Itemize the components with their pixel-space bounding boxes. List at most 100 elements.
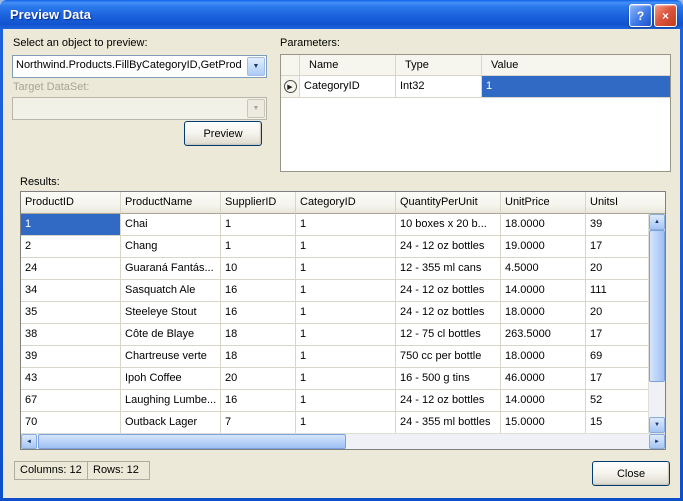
table-cell[interactable]: 24 - 12 oz bottles	[396, 280, 501, 302]
table-cell[interactable]: 69	[586, 346, 648, 368]
table-cell[interactable]: 1	[221, 236, 296, 258]
table-cell[interactable]: 15	[586, 412, 648, 433]
table-cell[interactable]: Laughing Lumbe...	[121, 390, 221, 412]
table-cell[interactable]: 1	[296, 346, 396, 368]
table-cell[interactable]: Ipoh Coffee	[121, 368, 221, 390]
table-cell[interactable]: 12 - 75 cl bottles	[396, 324, 501, 346]
table-cell[interactable]: 1	[296, 258, 396, 280]
table-cell[interactable]: 17	[586, 368, 648, 390]
table-cell[interactable]: 34	[21, 280, 121, 302]
table-cell[interactable]: 1	[296, 280, 396, 302]
table-cell[interactable]: 39	[21, 346, 121, 368]
table-cell[interactable]: 24 - 12 oz bottles	[396, 390, 501, 412]
table-cell[interactable]: 12 - 355 ml cans	[396, 258, 501, 280]
scroll-down-button[interactable]: ▼	[649, 417, 665, 433]
table-cell[interactable]: 111	[586, 280, 648, 302]
table-cell[interactable]: 16 - 500 g tins	[396, 368, 501, 390]
table-cell[interactable]: 1	[221, 214, 296, 236]
table-cell[interactable]: Guaraná Fantás...	[121, 258, 221, 280]
row-selector-cell[interactable]: ▶	[281, 76, 300, 97]
table-cell[interactable]: 19.0000	[501, 236, 586, 258]
column-header-quantityperunit[interactable]: QuantityPerUnit	[396, 192, 501, 214]
object-select-dropdown-button[interactable]: ▼	[247, 57, 265, 76]
help-button[interactable]: ?	[629, 4, 652, 27]
table-cell[interactable]: 17	[586, 236, 648, 258]
table-cell[interactable]: 14.0000	[501, 280, 586, 302]
table-cell[interactable]: 20	[221, 368, 296, 390]
preview-button[interactable]: Preview	[184, 121, 262, 146]
table-cell[interactable]: 1	[296, 214, 396, 236]
window-close-button[interactable]: ×	[654, 4, 677, 27]
table-cell[interactable]: 20	[586, 302, 648, 324]
scroll-up-button[interactable]: ▲	[649, 214, 665, 230]
parameter-type-cell[interactable]: Int32	[396, 76, 482, 97]
table-cell[interactable]: 15.0000	[501, 412, 586, 433]
table-cell[interactable]: 18	[221, 346, 296, 368]
column-header-supplierid[interactable]: SupplierID	[221, 192, 296, 214]
table-cell[interactable]: 1	[296, 324, 396, 346]
close-button[interactable]: Close	[592, 461, 670, 486]
table-cell[interactable]: 263.5000	[501, 324, 586, 346]
parameters-column-header-value[interactable]: Value	[482, 55, 670, 75]
table-cell[interactable]: 16	[221, 390, 296, 412]
table-cell[interactable]: 67	[21, 390, 121, 412]
table-cell[interactable]: 14.0000	[501, 390, 586, 412]
table-cell[interactable]: 1	[296, 390, 396, 412]
table-cell[interactable]: 10	[221, 258, 296, 280]
vertical-scrollbar-thumb[interactable]	[649, 230, 665, 382]
parameter-name-cell[interactable]: CategoryID	[300, 76, 396, 97]
table-cell[interactable]: 20	[586, 258, 648, 280]
column-header-unitsinstock[interactable]: UnitsI	[586, 192, 665, 214]
table-cell[interactable]: 18.0000	[501, 346, 586, 368]
table-cell[interactable]: 1	[296, 368, 396, 390]
table-cell[interactable]: 1	[296, 412, 396, 433]
table-cell[interactable]: Sasquatch Ale	[121, 280, 221, 302]
table-cell[interactable]: 750 cc per bottle	[396, 346, 501, 368]
table-cell[interactable]: Chai	[121, 214, 221, 236]
table-cell[interactable]: 10 boxes x 20 b...	[396, 214, 501, 236]
table-cell[interactable]: Chang	[121, 236, 221, 258]
titlebar[interactable]: Preview Data ? ×	[0, 0, 683, 29]
table-cell[interactable]: 4.5000	[501, 258, 586, 280]
table-cell[interactable]: 18.0000	[501, 214, 586, 236]
table-cell[interactable]: 70	[21, 412, 121, 433]
table-cell[interactable]: 24 - 355 ml bottles	[396, 412, 501, 433]
column-header-productname[interactable]: ProductName	[121, 192, 221, 214]
table-cell[interactable]: 24 - 12 oz bottles	[396, 236, 501, 258]
object-select-combobox[interactable]: Northwind.Products.FillByCategoryID,GetP…	[12, 55, 267, 78]
scroll-left-button[interactable]: ◄	[21, 434, 37, 449]
table-cell[interactable]: 39	[586, 214, 648, 236]
table-cell[interactable]: 38	[21, 324, 121, 346]
table-cell[interactable]: Outback Lager	[121, 412, 221, 433]
column-header-unitprice[interactable]: UnitPrice	[501, 192, 586, 214]
table-cell[interactable]: 24 - 12 oz bottles	[396, 302, 501, 324]
parameters-column-header-name[interactable]: Name	[300, 55, 396, 75]
table-cell[interactable]: 17	[586, 324, 648, 346]
table-cell[interactable]: 1	[296, 302, 396, 324]
table-cell[interactable]: 2	[21, 236, 121, 258]
table-cell[interactable]: 46.0000	[501, 368, 586, 390]
table-cell[interactable]: 1	[296, 236, 396, 258]
table-cell[interactable]: Côte de Blaye	[121, 324, 221, 346]
column-header-categoryid[interactable]: CategoryID	[296, 192, 396, 214]
table-cell[interactable]: 18	[221, 324, 296, 346]
parameter-value-cell[interactable]: 1	[482, 76, 670, 97]
table-cell[interactable]: Chartreuse verte	[121, 346, 221, 368]
table-cell[interactable]: 16	[221, 302, 296, 324]
table-cell[interactable]: 52	[586, 390, 648, 412]
scroll-right-button[interactable]: ►	[649, 434, 665, 449]
parameters-column-header-type[interactable]: Type	[396, 55, 482, 75]
table-cell[interactable]: 18.0000	[501, 302, 586, 324]
table-cell[interactable]: 24	[21, 258, 121, 280]
column-header-productid[interactable]: ProductID	[21, 192, 121, 214]
table-cell[interactable]: 7	[221, 412, 296, 433]
table-cell[interactable]: 43	[21, 368, 121, 390]
vertical-scrollbar[interactable]: ▲ ▼	[648, 214, 665, 433]
table-cell[interactable]: Steeleye Stout	[121, 302, 221, 324]
horizontal-scrollbar-thumb[interactable]	[38, 434, 346, 449]
horizontal-scrollbar[interactable]: ◄ ►	[21, 433, 665, 449]
table-cell[interactable]: 16	[221, 280, 296, 302]
parameters-row[interactable]: ▶ CategoryID Int32 1	[281, 76, 670, 98]
table-cell[interactable]: 35	[21, 302, 121, 324]
table-cell[interactable]: 1	[21, 214, 121, 236]
